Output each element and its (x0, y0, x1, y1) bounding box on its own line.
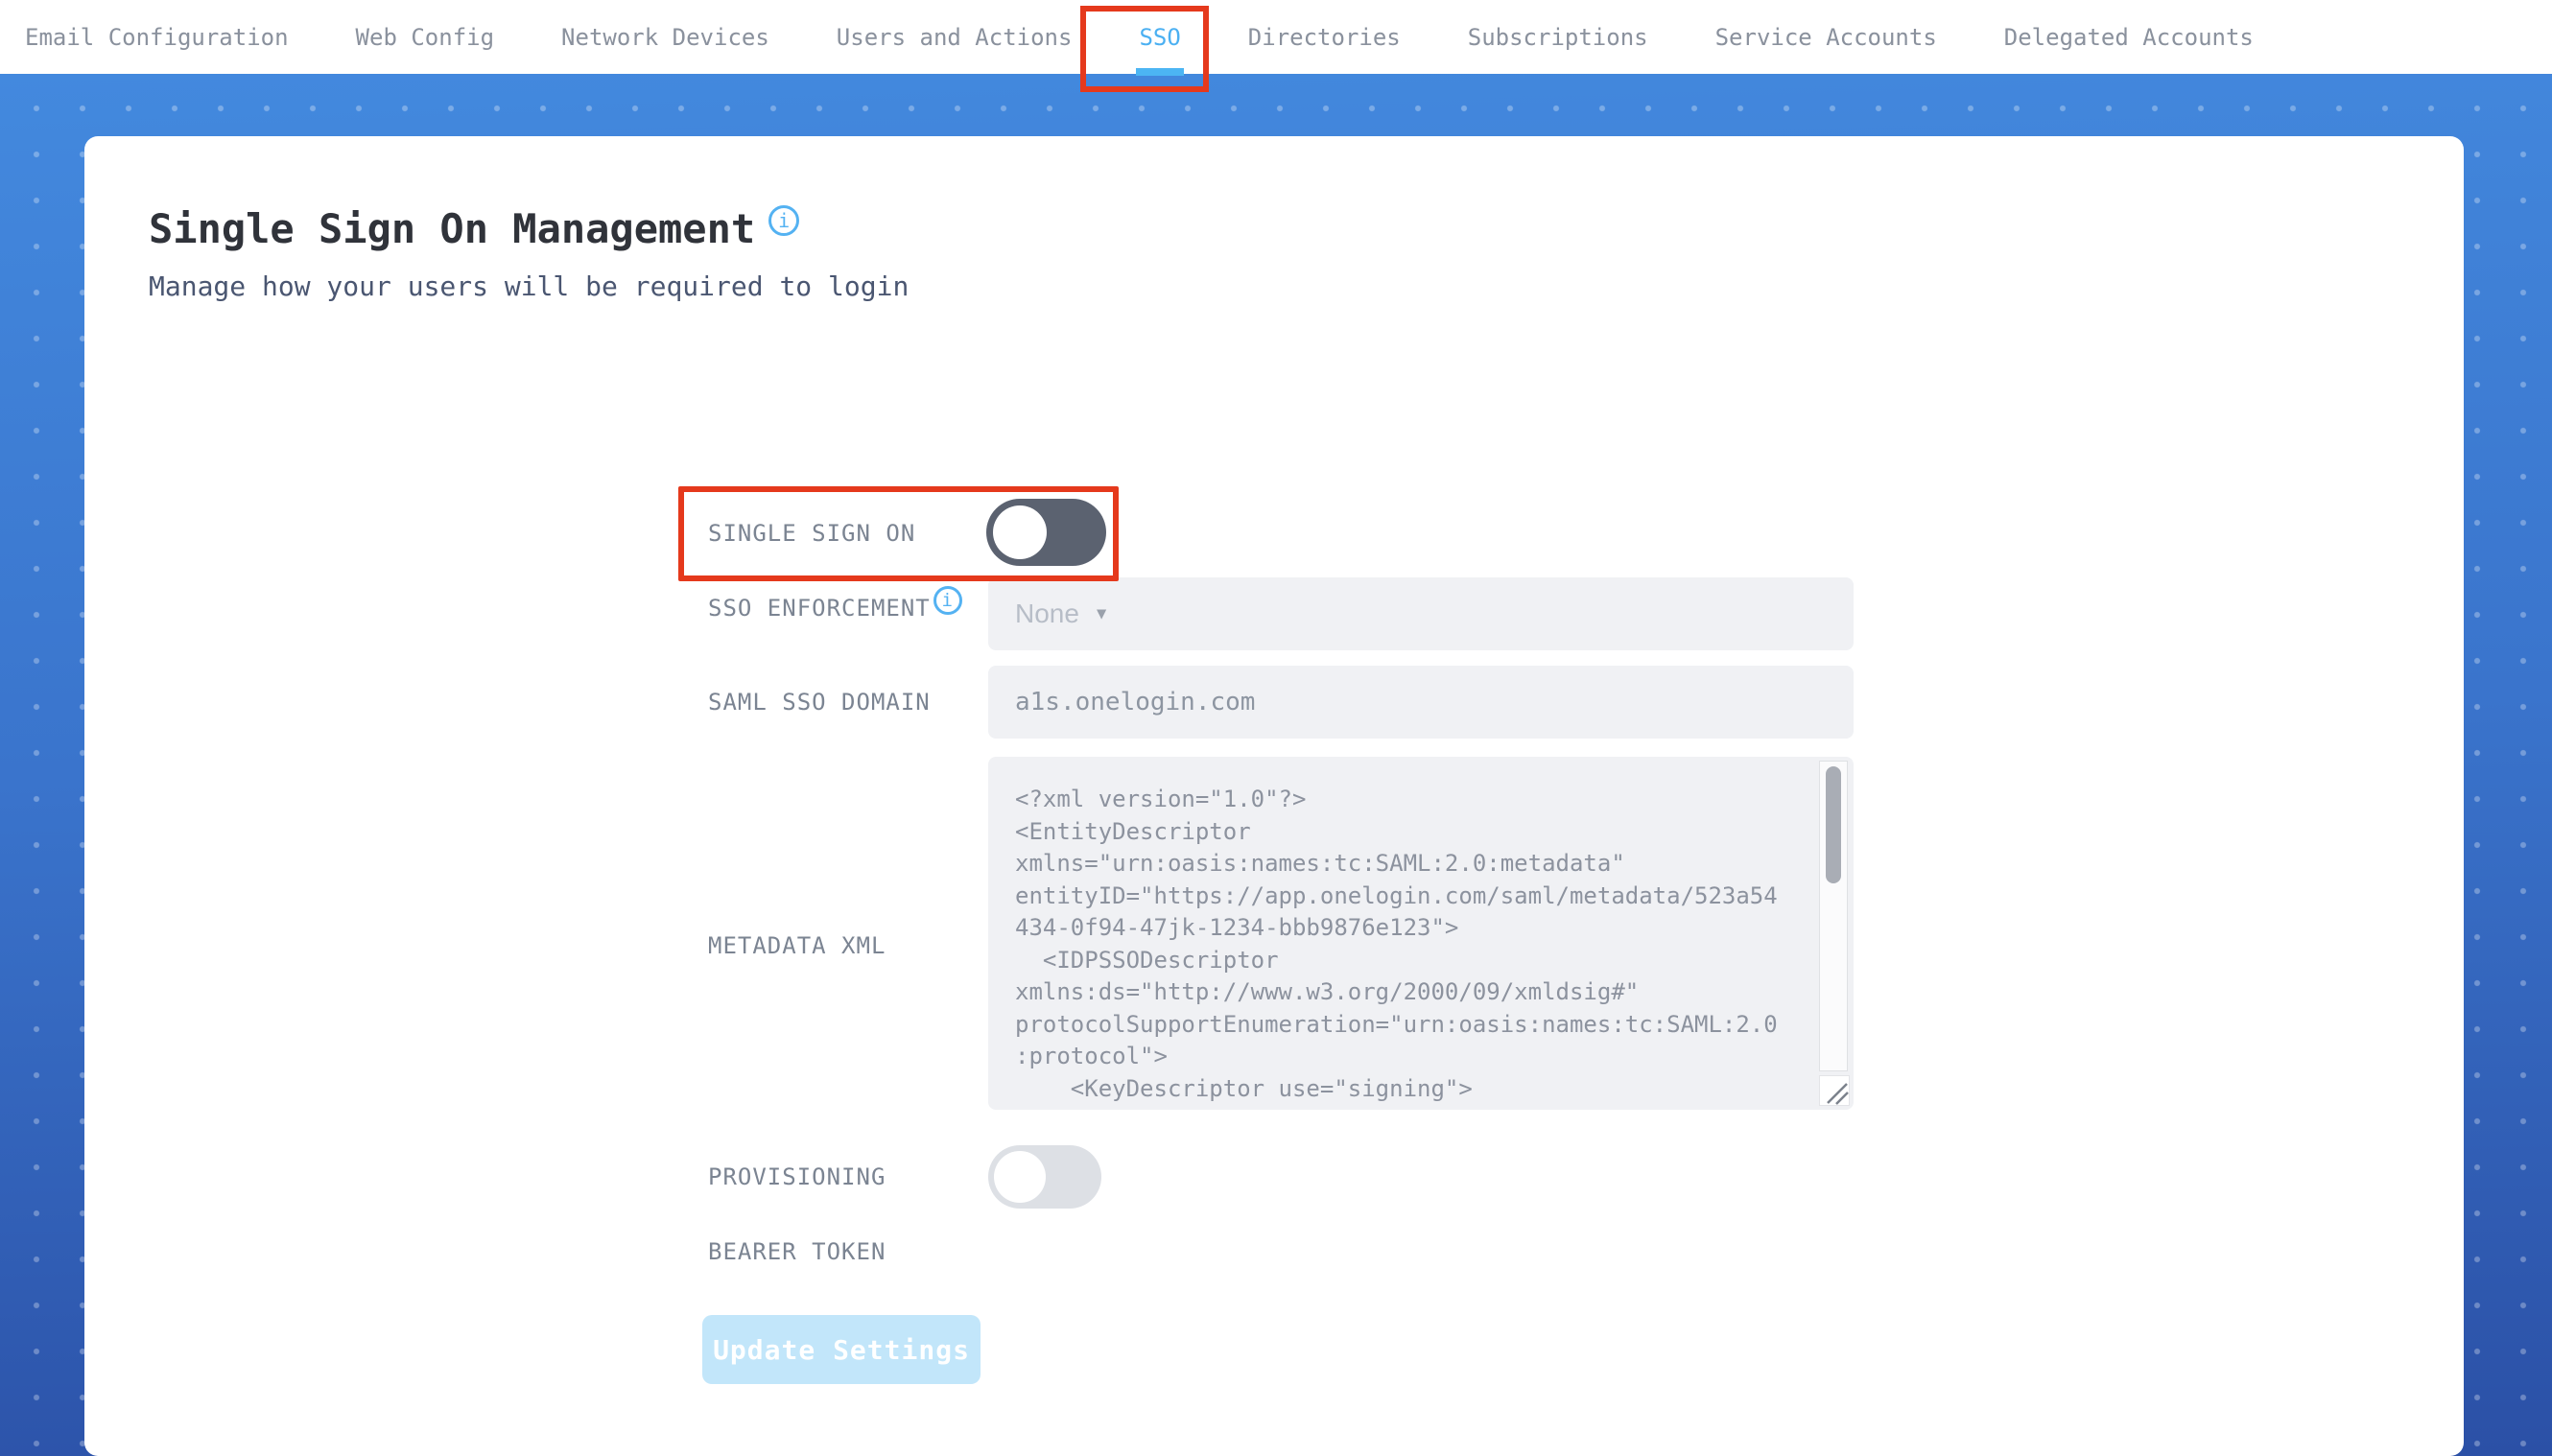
info-icon[interactable]: i (933, 586, 962, 615)
tab-label: Service Accounts (1714, 23, 1937, 51)
bearer-token-label: BEARER TOKEN (708, 1238, 886, 1265)
resize-handle[interactable] (1819, 1075, 1850, 1106)
tab-label: Email Configuration (25, 23, 289, 51)
metadata-xml-textarea[interactable]: <?xml version="1.0"?> <EntityDescriptor … (988, 757, 1854, 1110)
tab-users-and-actions[interactable]: Users and Actions (837, 0, 1073, 74)
provisioning-label: PROVISIONING (708, 1163, 886, 1190)
sso-enforcement-label: SSO ENFORCEMENT i (708, 586, 962, 623)
single-sign-on-toggle[interactable] (986, 499, 1106, 566)
tab-directories[interactable]: Directories (1248, 0, 1401, 74)
toggle-knob (993, 505, 1047, 559)
page-title-text: Single Sign On Management (149, 205, 756, 252)
tab-email-configuration[interactable]: Email Configuration (25, 0, 289, 74)
tab-label: Subscriptions (1467, 23, 1648, 51)
sso-enforcement-label-text: SSO ENFORCEMENT (708, 595, 931, 622)
nav-tabs: Email Configuration Web Config Network Dev… (25, 0, 2254, 76)
tab-service-accounts[interactable]: Service Accounts (1715, 0, 1937, 74)
toggle-knob (994, 1151, 1046, 1203)
tab-label: Web Config (355, 23, 495, 51)
sso-enforcement-value: None (1015, 599, 1079, 628)
tab-label: Users and Actions (836, 23, 1073, 51)
saml-sso-domain-value: a1s.onelogin.com (1015, 688, 1256, 716)
tab-label: Directories (1247, 23, 1401, 51)
tab-label: Network Devices (561, 23, 769, 51)
page-subtitle: Manage how your users will be required t… (149, 270, 910, 302)
metadata-xml-content: <?xml version="1.0"?> <EntityDescriptor … (1015, 786, 1778, 1110)
sso-enforcement-select[interactable]: None ▼ (988, 577, 1854, 650)
top-nav: Email Configuration Web Config Network Dev… (0, 0, 2552, 92)
single-sign-on-label: SINGLE SIGN ON (708, 520, 916, 547)
active-tab-underline (1136, 68, 1185, 76)
chevron-down-icon: ▼ (1096, 604, 1107, 623)
tab-label: Delegated Accounts (2003, 23, 2254, 51)
tab-label: SSO (1139, 23, 1181, 51)
tab-delegated-accounts[interactable]: Delegated Accounts (2004, 0, 2254, 74)
tab-network-devices[interactable]: Network Devices (561, 0, 769, 74)
sso-settings-card: Single Sign On Management i Manage how yo… (84, 136, 2464, 1456)
tab-web-config[interactable]: Web Config (356, 0, 495, 74)
scrollbar-thumb[interactable] (1826, 766, 1841, 883)
provisioning-toggle[interactable] (988, 1145, 1101, 1209)
resize-grip-icon (1827, 1083, 1849, 1105)
tab-sso[interactable]: SSO (1136, 0, 1185, 76)
tab-subscriptions[interactable]: Subscriptions (1468, 0, 1648, 74)
metadata-xml-label: METADATA XML (708, 932, 886, 959)
saml-sso-domain-field[interactable]: a1s.onelogin.com (988, 666, 1854, 739)
page-title: Single Sign On Management i (149, 205, 800, 252)
saml-sso-domain-label: SAML SSO DOMAIN (708, 689, 931, 716)
update-settings-button[interactable]: Update Settings (702, 1315, 981, 1384)
info-icon[interactable]: i (768, 205, 800, 236)
